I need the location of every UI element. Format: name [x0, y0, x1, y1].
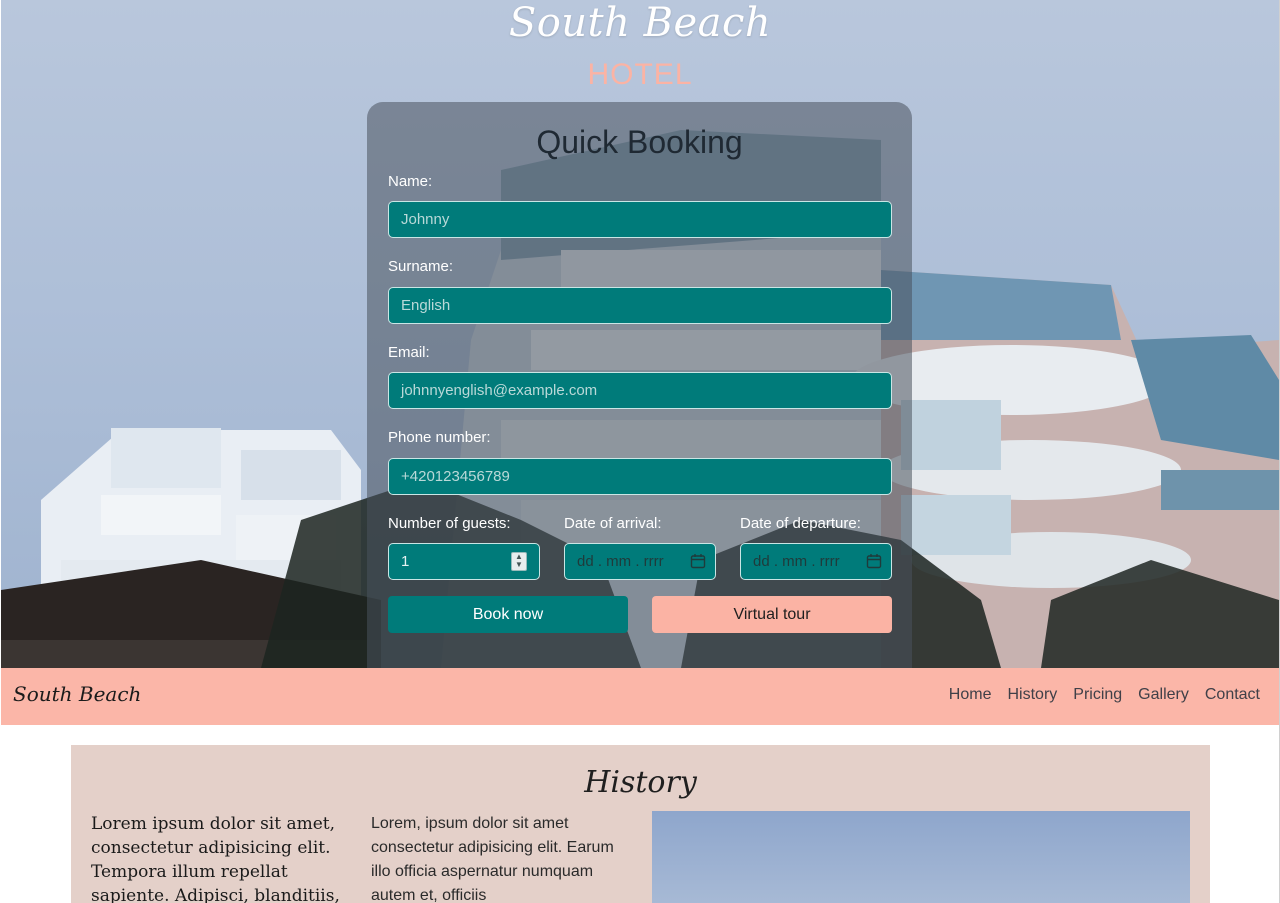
surname-label: Surname: [388, 258, 454, 275]
email-input[interactable]: johnnyenglish@example.com [388, 372, 892, 409]
nav-link-pricing[interactable]: Pricing [1073, 686, 1122, 704]
phone-input[interactable]: +420123456789 [388, 458, 892, 495]
nav-links: Home History Pricing Gallery Contact [949, 686, 1260, 704]
virtual-tour-button[interactable]: Virtual tour [652, 596, 892, 633]
navbar-brand[interactable]: South Beach [13, 682, 141, 706]
hero-subtitle: HOTEL [587, 58, 693, 91]
name-label: Name: [388, 173, 433, 190]
guests-input[interactable]: 1 ▲ ▼ [388, 543, 540, 580]
history-image [652, 811, 1190, 903]
number-stepper-icon[interactable]: ▲ ▼ [511, 552, 527, 571]
surname-input[interactable]: English [388, 287, 892, 324]
nav-link-gallery[interactable]: Gallery [1138, 686, 1189, 704]
nav-link-contact[interactable]: Contact [1205, 686, 1260, 704]
departure-placeholder: dd . mm . rrrr [753, 553, 840, 570]
departure-date-input[interactable]: dd . mm . rrrr [740, 543, 892, 580]
departure-label: Date of departure: [740, 515, 861, 532]
history-text-sans: Lorem, ipsum dolor sit amet consectetur … [371, 815, 614, 903]
hero-brand: South Beach [508, 0, 772, 46]
history-text-serif: Lorem ipsum dolor sit amet, consectetur … [91, 814, 340, 903]
calendar-icon[interactable] [866, 553, 882, 569]
booking-title: Quick Booking [536, 124, 743, 160]
email-label: Email: [388, 344, 430, 361]
arrival-placeholder: dd . mm . rrrr [577, 553, 664, 570]
calendar-icon[interactable] [690, 553, 706, 569]
nav-link-home[interactable]: Home [949, 686, 992, 704]
name-input[interactable]: Johnny [388, 201, 892, 238]
arrival-date-input[interactable]: dd . mm . rrrr [564, 543, 716, 580]
phone-label: Phone number: [388, 429, 491, 446]
guests-value: 1 [401, 553, 410, 570]
nav-link-history[interactable]: History [1007, 686, 1057, 704]
book-now-button[interactable]: Book now [388, 596, 628, 633]
guests-label: Number of guests: [388, 515, 511, 532]
history-section: History Lorem ipsum dolor sit amet, cons… [71, 745, 1210, 903]
arrival-label: Date of arrival: [564, 515, 662, 532]
history-title: History [584, 765, 697, 800]
navbar: South Beach Home History Pricing Gallery… [1, 668, 1279, 725]
